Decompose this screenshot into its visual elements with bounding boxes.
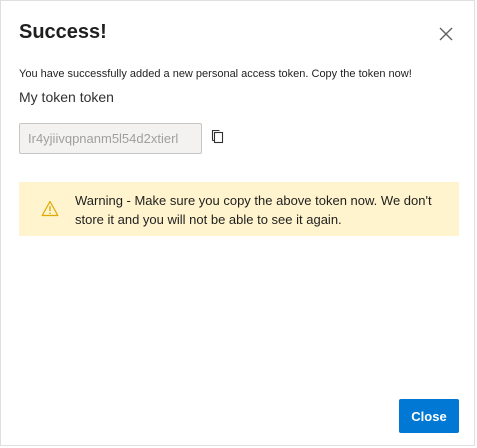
- close-icon[interactable]: [435, 23, 457, 45]
- close-button[interactable]: Close: [399, 399, 459, 433]
- dialog-title: Success!: [19, 21, 107, 43]
- success-dialog: Success! You have successfully added a n…: [0, 0, 475, 446]
- warning-text: Warning - Make sure you copy the above t…: [75, 193, 432, 227]
- warning-icon: [41, 200, 59, 217]
- token-value-field[interactable]: [19, 123, 202, 154]
- token-name: My token token: [19, 89, 114, 105]
- copy-icon[interactable]: [209, 128, 227, 148]
- warning-message-bar: Warning - Make sure you copy the above t…: [19, 182, 459, 236]
- dialog-description: You have successfully added a new person…: [19, 68, 412, 80]
